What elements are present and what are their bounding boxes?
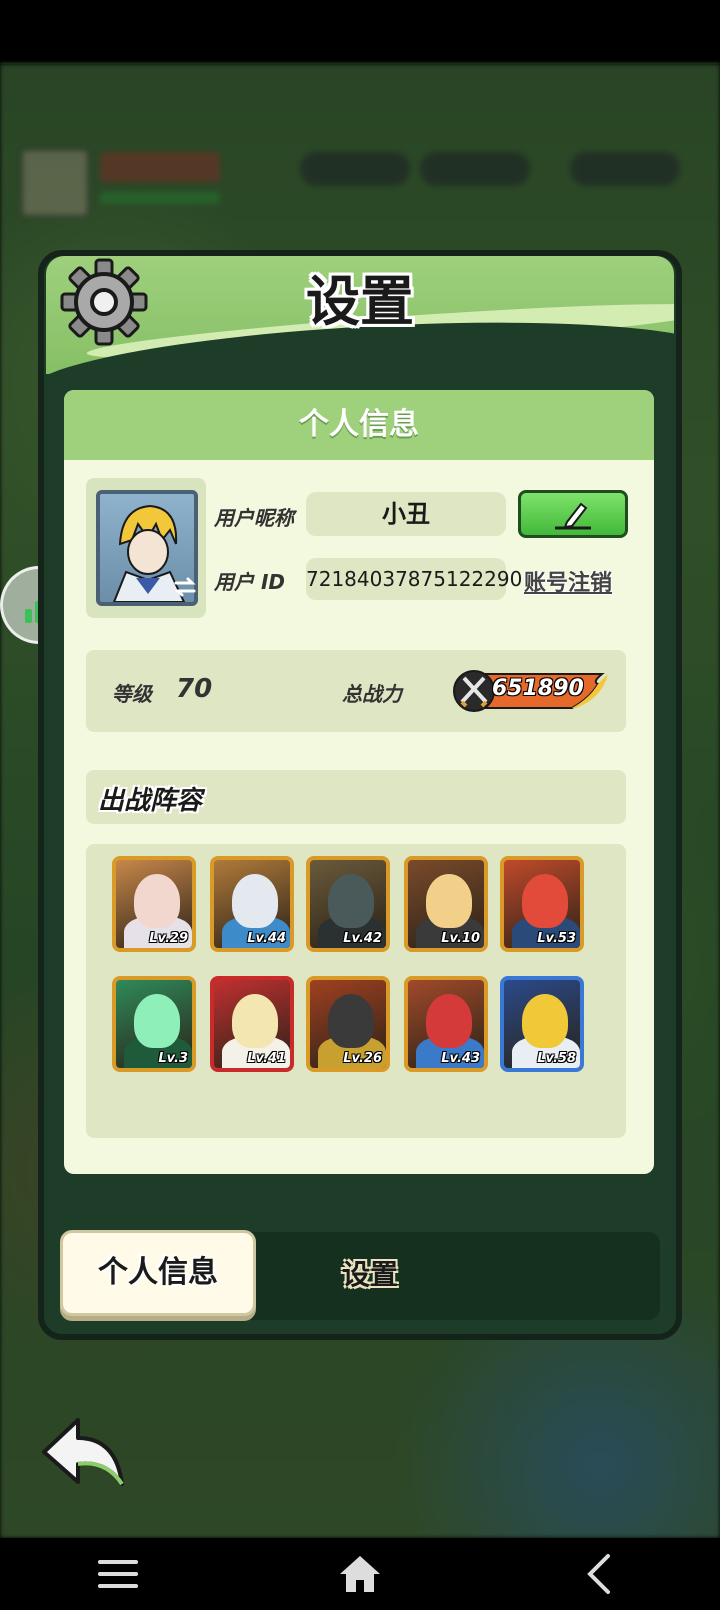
lineup-title: 出战阵容 bbox=[98, 786, 203, 816]
hero-card[interactable]: Lv.10 bbox=[404, 856, 488, 952]
hero-level: Lv.41 bbox=[247, 1051, 286, 1066]
tab-personal-info[interactable]: 个人信息 bbox=[60, 1230, 256, 1316]
dialog-title: 设置 bbox=[306, 270, 414, 333]
hero-level: Lv.53 bbox=[537, 931, 576, 946]
crossed-swords-icon bbox=[453, 670, 495, 712]
hero-level: Lv.42 bbox=[343, 931, 382, 946]
hero-level: Lv.29 bbox=[149, 931, 188, 946]
edit-nickname-button[interactable] bbox=[518, 490, 628, 538]
hero-face bbox=[522, 994, 568, 1048]
hero-level: Lv.44 bbox=[247, 931, 286, 946]
hero-level: Lv.10 bbox=[441, 931, 480, 946]
hero-face bbox=[134, 874, 180, 928]
hero-card[interactable]: Lv.44 bbox=[210, 856, 294, 952]
hero-level: Lv.26 bbox=[343, 1051, 382, 1066]
swap-avatar-icon[interactable] bbox=[172, 574, 198, 600]
back-nav-icon[interactable] bbox=[578, 1552, 626, 1596]
hero-level: Lv.43 bbox=[441, 1051, 480, 1066]
hero-face bbox=[328, 994, 374, 1048]
hero-face bbox=[426, 994, 472, 1048]
hero-card[interactable]: Lv.43 bbox=[404, 976, 488, 1072]
power-badge: 651890 bbox=[452, 668, 610, 714]
hero-card[interactable]: Lv.29 bbox=[112, 856, 196, 952]
hero-face bbox=[426, 874, 472, 928]
hero-level: Lv.58 bbox=[537, 1051, 576, 1066]
pencil-icon bbox=[555, 502, 591, 530]
power-label: 总战力 bbox=[342, 682, 402, 706]
nickname-label: 用户昵称 bbox=[214, 506, 294, 530]
level-value: 70 bbox=[176, 674, 213, 704]
user-id-label: 用户 ID bbox=[214, 570, 286, 594]
power-value: 651890 bbox=[492, 676, 584, 701]
hero-card[interactable]: Lv.42 bbox=[306, 856, 390, 952]
hero-card[interactable]: Lv.3 bbox=[112, 976, 196, 1072]
game-screen: 设置 个人信息 用户昵称 小丑 用户 ID 72184037875122290 … bbox=[0, 0, 720, 1610]
hero-face bbox=[328, 874, 374, 928]
hero-card[interactable]: Lv.41 bbox=[210, 976, 294, 1072]
home-icon[interactable] bbox=[336, 1552, 384, 1596]
status-bar bbox=[0, 0, 720, 64]
hero-level: Lv.3 bbox=[158, 1051, 188, 1066]
section-header: 个人信息 bbox=[64, 390, 654, 460]
tab-settings[interactable]: 设置 bbox=[320, 1250, 420, 1300]
user-id-field: 72184037875122290 bbox=[306, 558, 522, 600]
hero-face bbox=[522, 874, 568, 928]
hero-card[interactable]: Lv.53 bbox=[500, 856, 584, 952]
gear-icon bbox=[60, 258, 148, 346]
hero-face bbox=[232, 994, 278, 1048]
menu-icon[interactable] bbox=[94, 1552, 142, 1596]
nickname-field: 小丑 bbox=[306, 492, 506, 536]
level-label: 等级 bbox=[112, 682, 152, 706]
hero-face bbox=[134, 994, 180, 1048]
hero-card[interactable]: Lv.26 bbox=[306, 976, 390, 1072]
hero-face bbox=[232, 874, 278, 928]
back-arrow-icon[interactable] bbox=[38, 1412, 128, 1494]
hero-card[interactable]: Lv.58 bbox=[500, 976, 584, 1072]
cancel-account-link[interactable]: 账号注销 bbox=[524, 565, 624, 596]
